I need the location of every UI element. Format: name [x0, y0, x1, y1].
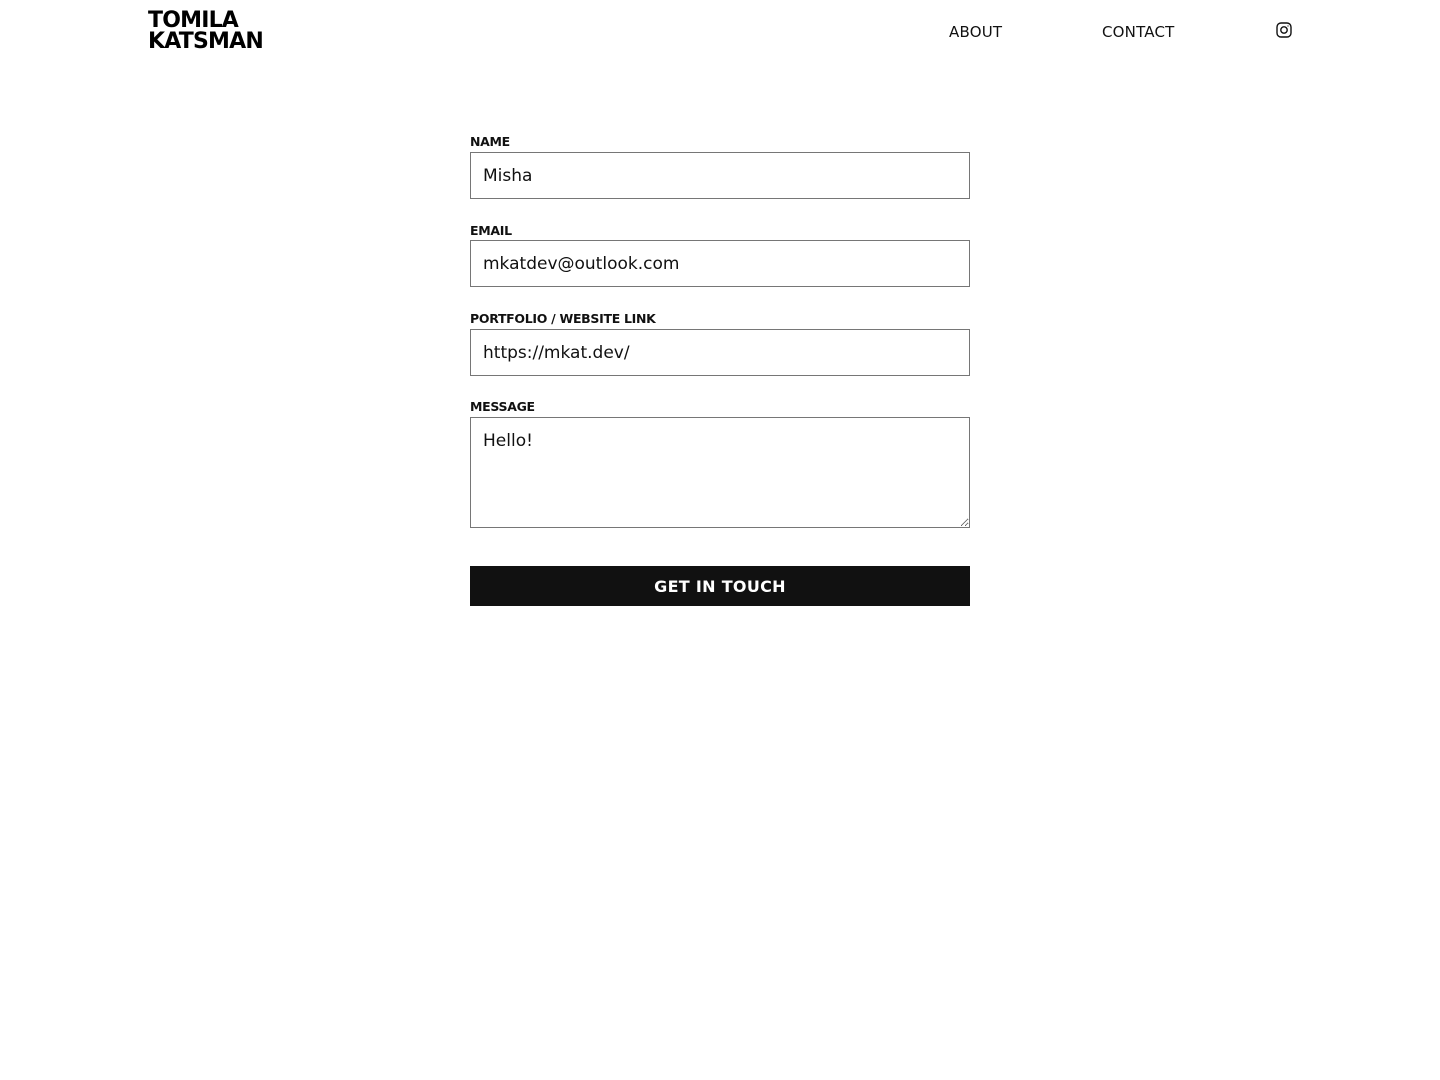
site-logo[interactable]: TOMILA KATSMAN — [148, 8, 264, 54]
logo-line-2: KATSMAN — [148, 29, 264, 54]
name-field[interactable] — [470, 152, 970, 199]
email-label: EMAIL — [470, 223, 512, 238]
name-label: NAME — [470, 134, 510, 149]
nav-contact-link[interactable]: CONTACT — [1102, 22, 1175, 42]
email-field[interactable] — [470, 240, 970, 287]
get-in-touch-button[interactable]: GET IN TOUCH — [470, 566, 970, 606]
instagram-icon[interactable] — [1276, 22, 1292, 38]
logo-line-1: TOMILA — [148, 8, 239, 33]
nav-about-link[interactable]: ABOUT — [949, 22, 1002, 42]
message-label: MESSAGE — [470, 399, 535, 414]
portfolio-field[interactable] — [470, 329, 970, 376]
portfolio-label: PORTFOLIO / WEBSITE LINK — [470, 311, 656, 326]
message-field[interactable]: Hello! — [470, 417, 970, 528]
